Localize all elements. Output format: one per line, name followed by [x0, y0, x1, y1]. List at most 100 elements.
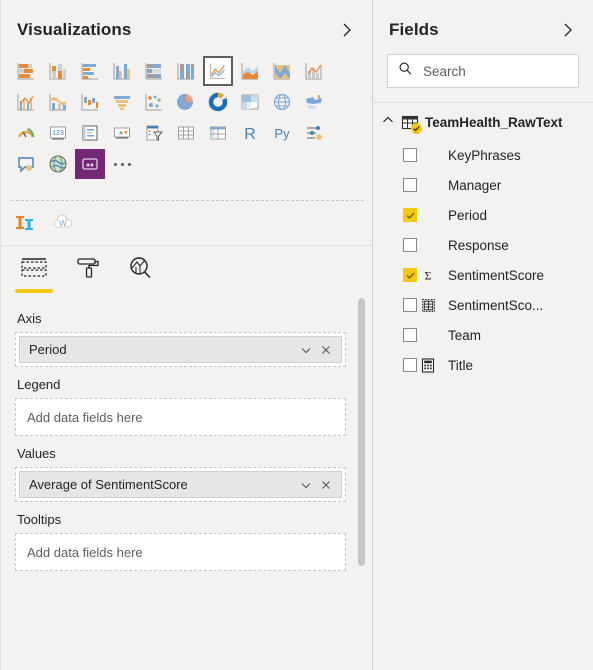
well-label: Tooltips [17, 512, 62, 527]
field-checkbox[interactable] [403, 328, 417, 342]
visual-treemap[interactable] [235, 87, 265, 117]
well-label: Legend [17, 377, 61, 392]
well-dropzone-tooltips[interactable]: Add data fields here [15, 533, 346, 571]
chevron-right-icon[interactable] [338, 21, 356, 39]
visual-100-percent-stacked-column-chart[interactable] [171, 56, 201, 86]
visual-card[interactable]: 123 [43, 118, 73, 148]
field-item-period[interactable]: Period [373, 200, 593, 230]
field-checkbox[interactable] [403, 238, 417, 252]
visual-area-chart[interactable] [235, 56, 265, 86]
field-label: SentimentScore [448, 267, 545, 283]
visual-line-and-clustered-column-chart[interactable] [11, 87, 41, 117]
tab-fields[interactable] [15, 255, 53, 293]
visual-100-percent-stacked-bar-chart[interactable] [139, 56, 169, 86]
field-type-icon-none [420, 177, 436, 193]
well-label: Axis [17, 311, 42, 326]
well-dropzone-axis[interactable]: Period [15, 332, 346, 367]
tab-format[interactable] [75, 255, 101, 293]
visual-table[interactable] [171, 118, 201, 148]
gallery-row: 123 R Py [11, 118, 364, 149]
svg-text:W: W [59, 219, 67, 228]
field-checkbox[interactable] [403, 178, 417, 192]
check-badge-icon [411, 122, 422, 134]
tab-analytics[interactable] [127, 255, 155, 293]
visual-key-influencers[interactable] [299, 118, 329, 148]
visual-scatter-chart[interactable] [139, 87, 169, 117]
visual-pie-chart[interactable] [171, 87, 201, 117]
well-dropzone-legend[interactable]: Add data fields here [15, 398, 346, 436]
chevron-up-icon[interactable] [381, 113, 395, 132]
field-item-sentimentscore[interactable]: Σ SentimentScore [373, 260, 593, 290]
field-item-sentimentscore-truncated[interactable]: SentimentSco... [373, 290, 593, 320]
wells-scrollbar[interactable] [358, 298, 365, 566]
visual-stacked-bar-chart[interactable] [11, 56, 41, 86]
visual-r-script-visual[interactable]: R [235, 118, 265, 148]
well-placeholder: Add data fields here [27, 545, 143, 560]
visual-stacked-column-chart[interactable] [43, 56, 73, 86]
field-wells: Axis Period Legend Add data fields here … [1, 293, 372, 670]
visual-map[interactable] [267, 87, 297, 117]
field-label: SentimentSco... [448, 297, 544, 313]
table-icon [401, 114, 422, 134]
visual-filled-map[interactable] [299, 87, 329, 117]
well-legend: Legend Add data fields here [15, 377, 346, 436]
gallery-row [11, 56, 364, 87]
well-placeholder: Add data fields here [27, 410, 143, 425]
close-icon[interactable] [317, 476, 335, 494]
custom-visual-orange-blue-icon[interactable] [13, 211, 37, 235]
visual-funnel-chart[interactable] [107, 87, 137, 117]
field-checkbox[interactable] [403, 298, 417, 312]
visual-line-and-stacked-column-chart[interactable] [299, 56, 329, 86]
field-label: Response [448, 237, 509, 253]
close-icon[interactable] [317, 341, 335, 359]
visual-qna-visual[interactable] [11, 149, 41, 179]
visual-type-gallery[interactable]: 123 R Py [1, 54, 372, 184]
fields-pane: Fields Search TeamHealth_RawText KeyPhra… [372, 0, 593, 670]
chip-label: Period [29, 342, 67, 357]
field-checkbox[interactable] [403, 148, 417, 162]
visual-ribbon-chart[interactable] [43, 87, 73, 117]
visual-multi-row-card[interactable] [75, 118, 105, 148]
well-dropzone-values[interactable]: Average of SentimentScore [15, 467, 346, 502]
field-item-manager[interactable]: Manager [373, 170, 593, 200]
visual-stacked-area-chart[interactable] [267, 56, 297, 86]
field-item-title[interactable]: Title [373, 350, 593, 380]
chevron-down-icon[interactable] [297, 341, 315, 359]
visual-slicer[interactable] [139, 118, 169, 148]
visual-kpi[interactable] [107, 118, 137, 148]
more-visuals-button[interactable] [107, 149, 137, 179]
field-item-response[interactable]: Response [373, 230, 593, 260]
visual-arcgis-maps-visual[interactable] [43, 149, 73, 179]
visual-waterfall-chart[interactable] [75, 87, 105, 117]
field-chip-average-of-sentimentscore[interactable]: Average of SentimentScore [19, 471, 342, 498]
field-type-icon-none [420, 147, 436, 163]
visual-line-chart[interactable] [203, 56, 233, 86]
svg-text:R: R [244, 126, 256, 143]
visual-clustered-column-chart[interactable] [107, 56, 137, 86]
field-checkbox[interactable] [403, 268, 417, 282]
visual-matrix[interactable] [203, 118, 233, 148]
well-values: Values Average of SentimentScore [15, 446, 346, 502]
chevron-right-icon[interactable] [559, 21, 577, 39]
visual-clustered-bar-chart[interactable] [75, 56, 105, 86]
svg-text:Py: Py [274, 126, 290, 141]
page-title: Visualizations [17, 20, 132, 39]
field-label: Period [448, 207, 488, 223]
field-checkbox[interactable] [403, 358, 417, 372]
field-label: Manager [448, 177, 502, 193]
chip-label: Average of SentimentScore [29, 477, 188, 492]
custom-visual-word-cloud-icon[interactable]: W [51, 211, 75, 235]
field-checkbox[interactable] [403, 208, 417, 222]
visual-gauge-chart[interactable] [11, 118, 41, 148]
field-item-keyphrases[interactable]: KeyPhrases [373, 140, 593, 170]
chevron-down-icon[interactable] [297, 476, 315, 494]
search-input[interactable]: Search [387, 54, 579, 88]
visual-power-apps-visual[interactable] [75, 149, 105, 179]
field-chip-period[interactable]: Period [19, 336, 342, 363]
field-item-team[interactable]: Team [373, 320, 593, 350]
visual-donut-chart[interactable] [203, 87, 233, 117]
visual-python-visual[interactable]: Py [267, 118, 297, 148]
table-name: TeamHealth_RawText [425, 115, 563, 130]
field-table-node[interactable]: TeamHealth_RawText [373, 103, 593, 140]
field-label: Team [448, 327, 482, 343]
